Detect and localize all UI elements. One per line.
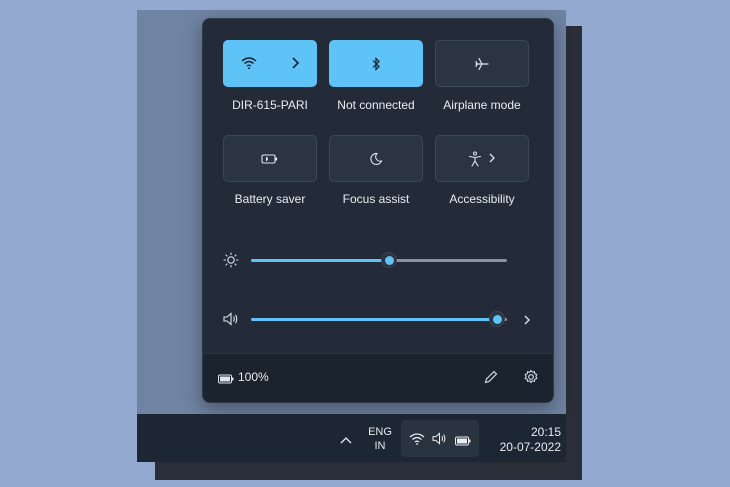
airplane-tile-label: Airplane mode xyxy=(443,98,521,112)
focus-assist-tile[interactable] xyxy=(329,135,423,182)
language-code: ENG xyxy=(368,426,392,438)
brightness-slider[interactable] xyxy=(221,248,541,272)
volume-slider[interactable] xyxy=(221,307,541,331)
chevron-right-icon xyxy=(488,152,496,164)
speaker-icon xyxy=(431,432,448,450)
quick-settings-panel: DIR-615-PARI Not connected Airplane mode… xyxy=(202,18,554,403)
chevron-up-icon[interactable] xyxy=(339,432,353,450)
language-indicator[interactable]: ENG IN xyxy=(366,425,394,453)
audio-output-chevron-button[interactable] xyxy=(523,313,531,331)
airplane-icon xyxy=(474,56,490,72)
region-code: IN xyxy=(374,440,386,452)
quick-settings-footer: 100% xyxy=(203,353,553,402)
wifi-icon xyxy=(241,56,257,70)
battery-saver-icon xyxy=(261,153,279,165)
accessibility-label: Accessibility xyxy=(449,192,515,206)
battery-icon xyxy=(455,433,471,451)
clock-date: 20-07-2022 xyxy=(499,440,561,454)
bluetooth-toggle-tile[interactable] xyxy=(329,40,423,87)
accessibility-icon xyxy=(468,151,482,167)
volume-fill xyxy=(251,318,497,321)
gear-icon[interactable] xyxy=(523,369,539,390)
clock-time: 20:15 xyxy=(530,425,561,439)
wifi-icon xyxy=(409,432,425,450)
bluetooth-icon xyxy=(370,56,382,72)
brightness-thumb[interactable] xyxy=(381,252,397,268)
airplane-mode-tile[interactable] xyxy=(435,40,529,87)
battery-percentage[interactable]: 100% xyxy=(238,370,269,384)
system-tray-status-button[interactable] xyxy=(401,420,479,457)
wifi-tile-label: DIR-615-PARI xyxy=(232,98,308,112)
pencil-icon[interactable] xyxy=(483,369,499,390)
bluetooth-tile-label: Not connected xyxy=(337,98,415,112)
clock[interactable]: 20:15 20-07-2022 xyxy=(483,425,561,455)
taskbar: ENG IN 20:15 20-07-2022 xyxy=(137,414,566,462)
battery-saver-label: Battery saver xyxy=(234,192,306,206)
focus-assist-label: Focus assist xyxy=(342,192,410,206)
volume-thumb[interactable] xyxy=(489,311,505,327)
brightness-track xyxy=(389,259,507,262)
speaker-icon xyxy=(222,312,240,331)
battery-icon xyxy=(218,371,234,389)
brightness-icon xyxy=(223,252,239,273)
battery-saver-tile[interactable] xyxy=(223,135,317,182)
accessibility-tile[interactable] xyxy=(435,135,529,182)
wifi-toggle-tile[interactable] xyxy=(223,40,317,87)
wifi-networks-chevron-button[interactable] xyxy=(290,56,300,70)
moon-icon xyxy=(369,152,383,166)
brightness-fill xyxy=(251,259,389,262)
